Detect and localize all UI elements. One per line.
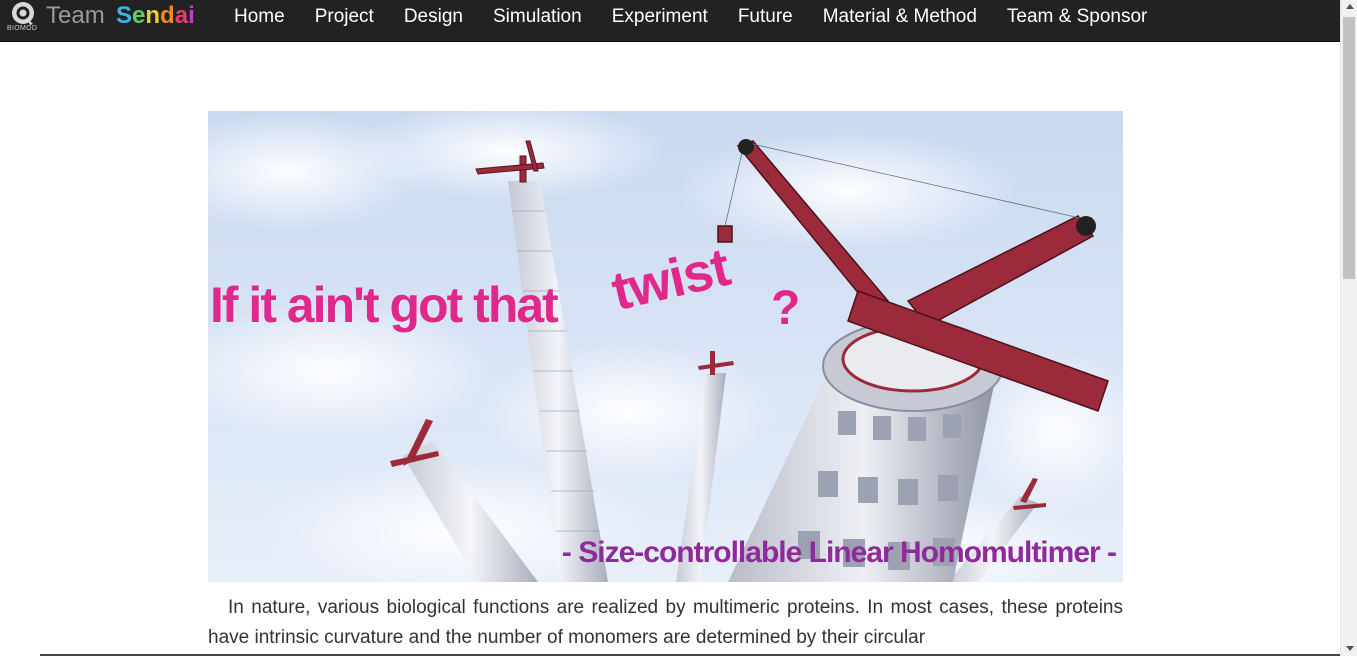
nav-item-future[interactable]: Future [723, 0, 808, 40]
nav-item-experiment[interactable]: Experiment [597, 0, 723, 40]
page-scrollbar[interactable] [1340, 0, 1357, 656]
hero-illustration [208, 111, 1123, 582]
main-nav: Home Project Design Simulation Experimen… [219, 0, 1162, 40]
hero-headline: If it ain't got that [210, 277, 559, 333]
brand-letter: a [174, 2, 189, 29]
scrollbar-thumb[interactable] [1343, 17, 1355, 279]
brand-sendai-text: Sendai [116, 2, 195, 30]
brand-letter: n [145, 2, 161, 29]
top-navbar: BIOMOD Team Sendai Home Project Design S… [0, 0, 1340, 42]
brand-team-text: Team [46, 2, 105, 29]
nav-item-material-method[interactable]: Material & Method [808, 0, 992, 40]
brand-logo-link[interactable]: BIOMOD Team Sendai [4, 0, 204, 40]
nav-item-simulation[interactable]: Simulation [478, 0, 597, 40]
brand-letter: i [188, 2, 195, 29]
intro-paragraph: In nature, various biological functions … [208, 597, 1123, 648]
nav-item-design[interactable]: Design [389, 0, 478, 40]
hero-image: If it ain't got that twist ? - Size-cont… [208, 111, 1123, 582]
brand-letter: d [160, 2, 175, 29]
scroll-down-arrow-icon[interactable] [1346, 646, 1354, 651]
hero-headline-question: ? [771, 282, 801, 335]
brand-letter: e [132, 2, 146, 29]
hero-subtitle: - Size-controllable Linear Homomultimer … [561, 536, 1117, 569]
nav-item-project[interactable]: Project [300, 0, 389, 40]
brand-letter: S [116, 2, 133, 29]
nav-item-home[interactable]: Home [219, 0, 300, 40]
nav-item-team-sponsor[interactable]: Team & Sponsor [992, 0, 1162, 40]
scroll-up-arrow-icon[interactable] [1346, 4, 1354, 9]
brand-badge-text: BIOMOD [7, 25, 38, 32]
